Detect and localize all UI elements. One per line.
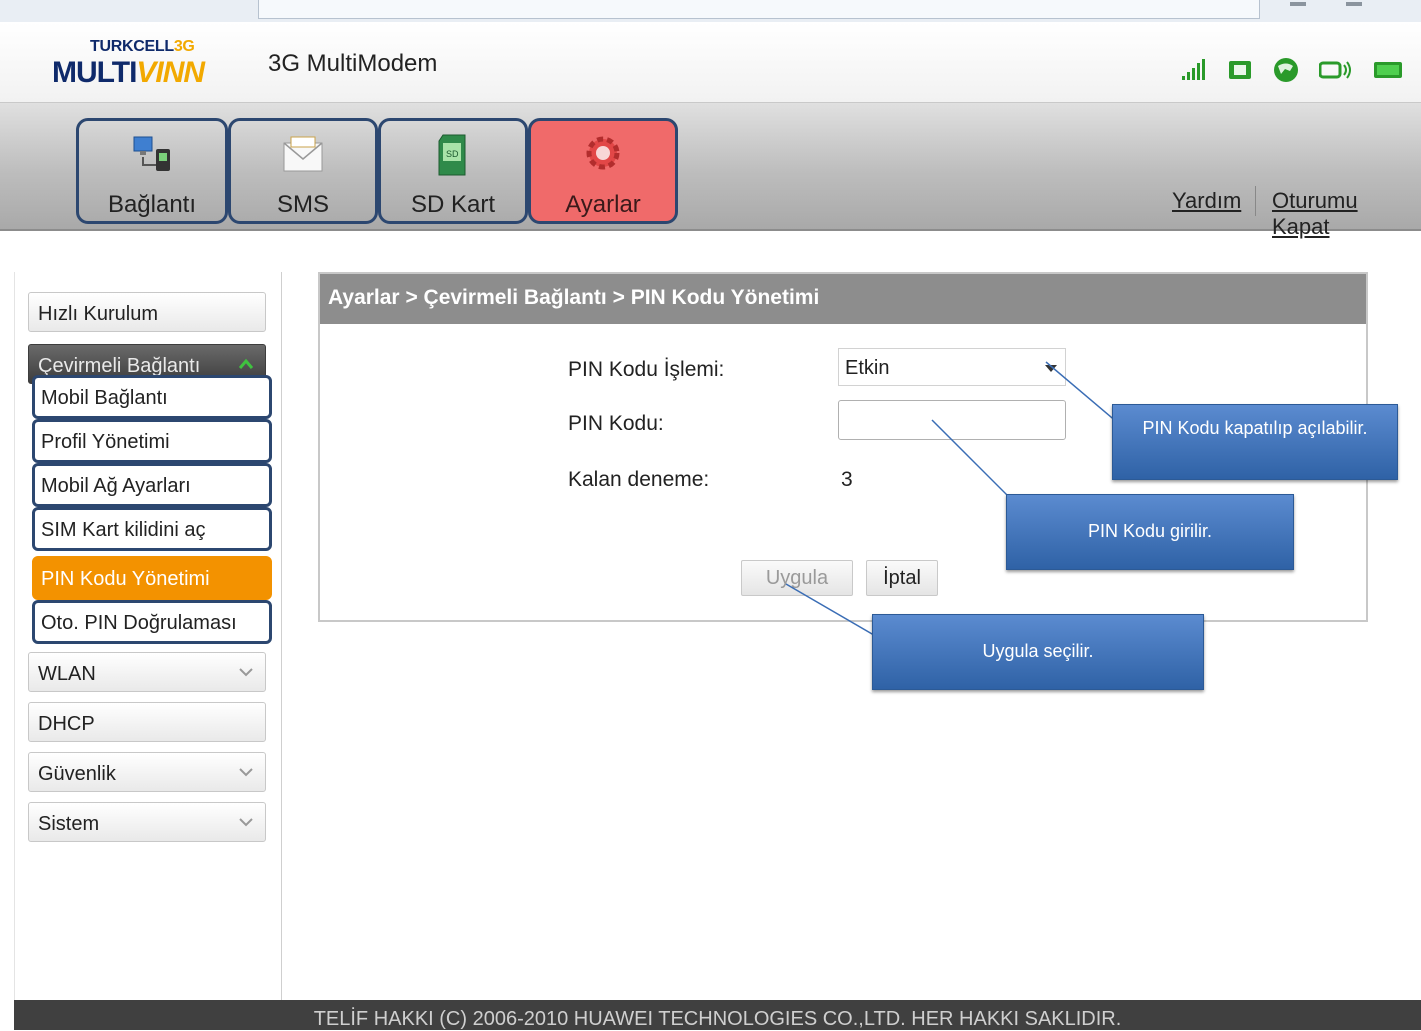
tab-label: Ayarlar [565,191,641,218]
chevron-down-icon [239,818,253,827]
nav-separator [1255,186,1256,216]
sidebar-item-security[interactable]: Güvenlik [28,752,266,792]
sidebar-item-label: Hızlı Kurulum [38,303,159,325]
chevron-up-icon [239,358,253,369]
sidebar-item-label: Sistem [38,813,100,835]
signal-strength-icon [1182,59,1205,80]
sd-card-icon: SD [438,134,466,176]
callout-pin-enter: PIN Kodu girilir. [1006,494,1294,570]
sidebar-item-label: Güvenlik [38,763,116,785]
tab-sd-kart[interactable]: SD SD Kart [378,118,528,224]
sidebar-item-label: WLAN [38,663,96,685]
help-link[interactable]: Yardım [1172,188,1241,214]
settings-gear-icon [586,136,620,170]
sidebar-item-label: Mobil Ağ Ayarları [41,475,191,497]
sim-card-icon [1229,61,1251,79]
brand-logo-top: TURKCELL3G [90,38,195,55]
chevron-down-icon [239,668,253,677]
sidebar-item-quick-setup[interactable]: Hızlı Kurulum [28,292,266,332]
sidebar-subitem-sim-unlock[interactable]: SIM Kart kilidini aç [32,507,272,551]
copyright-text: TELİF HAKKI (C) 2006-2010 HUAWEI TECHNOL… [313,1008,1122,1030]
status-bar [1181,56,1403,84]
logout-link[interactable]: Oturumu Kapat [1272,188,1421,240]
chevron-down-icon [239,768,253,777]
address-bar[interactable] [258,0,1260,19]
sidebar-item-label: Profil Yönetimi [41,431,170,453]
minimize-icon[interactable] [1290,2,1306,6]
sidebar-subitem-auto-pin-verification[interactable]: Oto. PIN Doğrulaması [32,600,272,644]
app-title: 3G MultiModem [268,50,438,77]
globe-icon [1274,58,1298,82]
attempts-value: 3 [841,468,853,491]
sidebar-item-label: Oto. PIN Doğrulaması [41,612,237,634]
cancel-button[interactable]: İptal [866,560,938,596]
sidebar-item-system[interactable]: Sistem [28,802,266,842]
breadcrumb: Ayarlar > Çevirmeli Bağlantı > PIN Kodu … [328,286,820,309]
tab-label: SMS [276,191,329,218]
envelope-icon [283,136,323,172]
select-value: Etkin [845,357,890,379]
battery-icon [1374,62,1402,78]
sidebar-item-label: SIM Kart kilidini aç [41,519,206,541]
tab-label: SD Kart [410,191,496,218]
sidebar-subitem-mobile-network-settings[interactable]: Mobil Ağ Ayarları [32,463,272,507]
sidebar-item-label: Çevirmeli Bağlantı [38,355,201,377]
callout-pin-toggle: PIN Kodu kapatılıp açılabilir. [1112,404,1398,480]
sidebar-item-label: DHCP [38,713,95,735]
sidebar-item-dhcp[interactable]: DHCP [28,702,266,742]
dropdown-arrow-icon [1045,365,1057,372]
sidebar-item-label: PIN Kodu Yönetimi [41,568,210,590]
pin-code-label: PIN Kodu: [568,412,664,435]
attempts-label: Kalan deneme: [568,468,710,491]
tab-label: Bağlantı [107,191,197,218]
modem-connection-icon [1319,61,1351,79]
sidebar-subitem-pin-management[interactable]: PIN Kodu Yönetimi [32,556,272,600]
pin-code-input[interactable] [838,400,1066,440]
sidebar-item-label: Mobil Bağlantı [41,387,168,409]
tab-ayarlar[interactable]: Ayarlar [528,118,678,224]
brand-logo: MULTIVINN [52,56,205,89]
sidebar-subitem-profile-management[interactable]: Profil Yönetimi [32,419,272,463]
pin-operation-select[interactable]: Etkin [838,348,1066,386]
sidebar-subitem-mobile-connection[interactable]: Mobil Bağlantı [32,375,272,419]
footer: TELİF HAKKI (C) 2006-2010 HUAWEI TECHNOL… [14,1000,1421,1030]
pin-operation-label: PIN Kodu İşlemi: [568,358,725,381]
svg-text:SD: SD [446,149,459,159]
network-connection-icon [133,136,170,171]
tab-baglanti[interactable]: Bağlantı [76,118,228,224]
callout-apply: Uygula seçilir. [872,614,1204,690]
browser-toolbar [0,0,1421,23]
apply-button[interactable]: Uygula [741,560,853,596]
sidebar-item-wlan[interactable]: WLAN [28,652,266,692]
maximize-icon[interactable] [1346,2,1362,6]
tab-sms[interactable]: SMS [228,118,378,224]
